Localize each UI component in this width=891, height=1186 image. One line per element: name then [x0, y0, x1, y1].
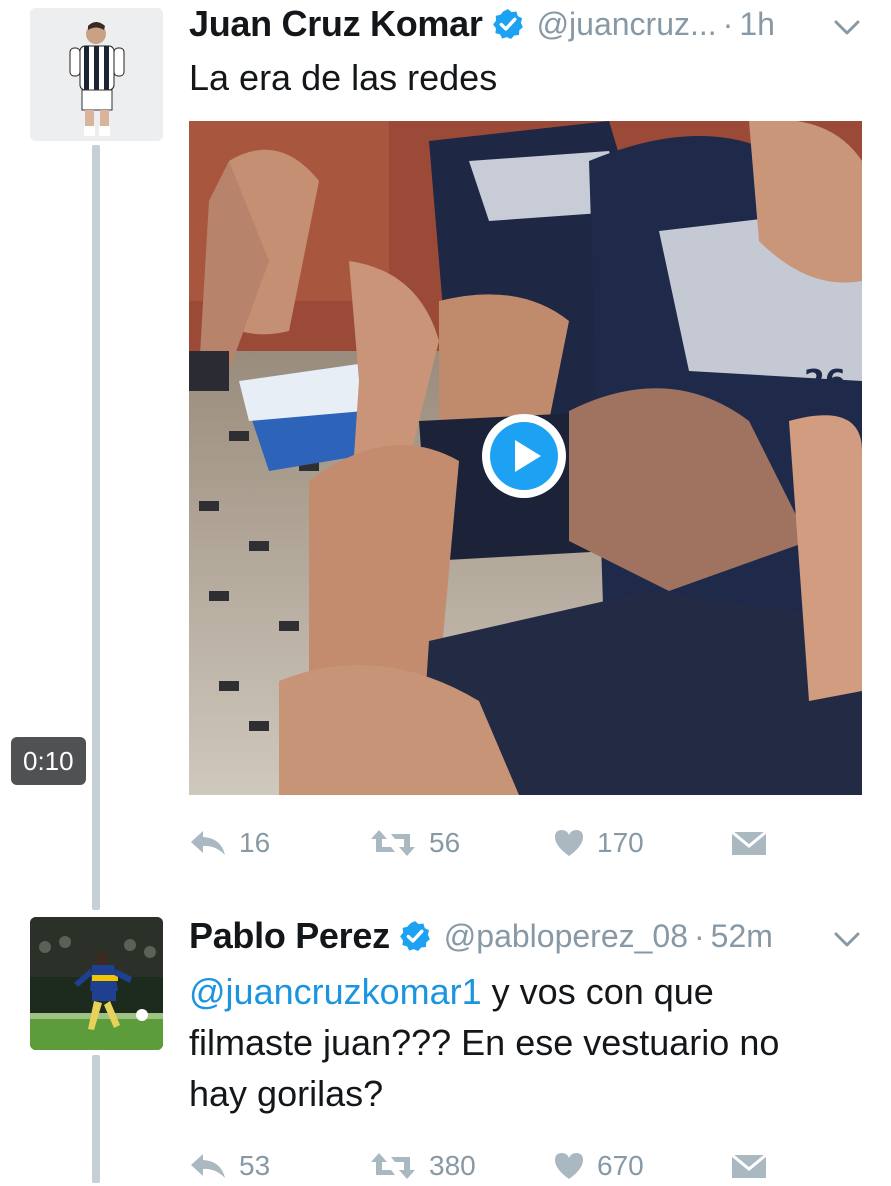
retweet-button[interactable]: 380 — [369, 1146, 476, 1186]
envelope-icon — [731, 1153, 767, 1178]
play-icon[interactable] — [479, 411, 569, 501]
retweet-count: 56 — [429, 827, 461, 858]
retweet-icon — [371, 830, 415, 856]
avatar-image — [30, 8, 163, 141]
like-button[interactable]: 170 — [553, 823, 644, 863]
avatar-image — [30, 917, 163, 1050]
like-count: 170 — [597, 827, 644, 858]
reply-count: 16 — [239, 827, 271, 858]
chevron-down-icon[interactable] — [834, 20, 860, 36]
heart-icon — [555, 1153, 583, 1179]
tweet-actions: 16 56 170 — [189, 823, 849, 863]
mention-link[interactable]: @juancruzkomar1 — [189, 971, 482, 1012]
author-handle[interactable]: @pabloperez_08 — [444, 918, 688, 955]
tweet-text-line: hay gorilas? — [189, 1073, 384, 1114]
reply-icon — [191, 1154, 225, 1178]
retweet-count: 380 — [429, 1150, 476, 1181]
tweet-timestamp[interactable]: 52m — [711, 918, 773, 955]
separator-dot: · — [722, 5, 734, 42]
like-count: 670 — [597, 1150, 644, 1181]
reply-button[interactable]: 53 — [189, 1146, 270, 1186]
verified-badge-icon — [492, 9, 523, 40]
envelope-icon — [731, 830, 767, 855]
like-button[interactable]: 670 — [553, 1146, 644, 1186]
tweet-timestamp[interactable]: 1h — [739, 6, 775, 43]
video-player[interactable]: 26 — [189, 121, 862, 795]
thread-line-bottom — [92, 1055, 100, 1183]
svg-text:26: 26 — [804, 364, 846, 399]
avatar[interactable] — [30, 8, 163, 141]
reply-icon — [191, 831, 225, 855]
direct-message-button[interactable] — [731, 823, 767, 863]
tweet-text-segment: y vos con que — [481, 971, 714, 1012]
tweet-text: La era de las redes — [189, 57, 498, 98]
retweet-button[interactable]: 56 — [369, 823, 460, 863]
direct-message-button[interactable] — [731, 1146, 767, 1186]
chevron-down-icon[interactable] — [834, 932, 860, 948]
verified-badge-icon — [399, 921, 430, 952]
heart-icon — [555, 830, 583, 856]
thread-line-top — [92, 145, 100, 910]
video-duration: 0:10 — [11, 737, 86, 785]
separator-dot: · — [694, 917, 705, 954]
tweet-text: @juancruzkomar1 y vos con que filmaste j… — [189, 966, 849, 1119]
reply-count: 53 — [239, 1150, 271, 1181]
tweet-actions: 53 380 670 — [189, 1146, 849, 1186]
tweet-header: Juan Cruz Komar @juancruz... · 1h — [189, 0, 775, 48]
tweet-header: Pablo Perez @pabloperez_08 · 52m — [189, 912, 773, 960]
reply-button[interactable]: 16 — [189, 823, 270, 863]
retweet-icon — [371, 1153, 415, 1179]
author-name[interactable]: Juan Cruz Komar — [189, 3, 483, 45]
author-handle[interactable]: @juancruz... — [537, 6, 717, 43]
tweet-text-line: @juancruzkomar1 y vos con que — [189, 966, 849, 1017]
author-name[interactable]: Pablo Perez — [189, 915, 390, 957]
tweet-text-line: filmaste juan??? En ese vestuario no — [189, 1022, 780, 1063]
avatar[interactable] — [30, 917, 163, 1050]
